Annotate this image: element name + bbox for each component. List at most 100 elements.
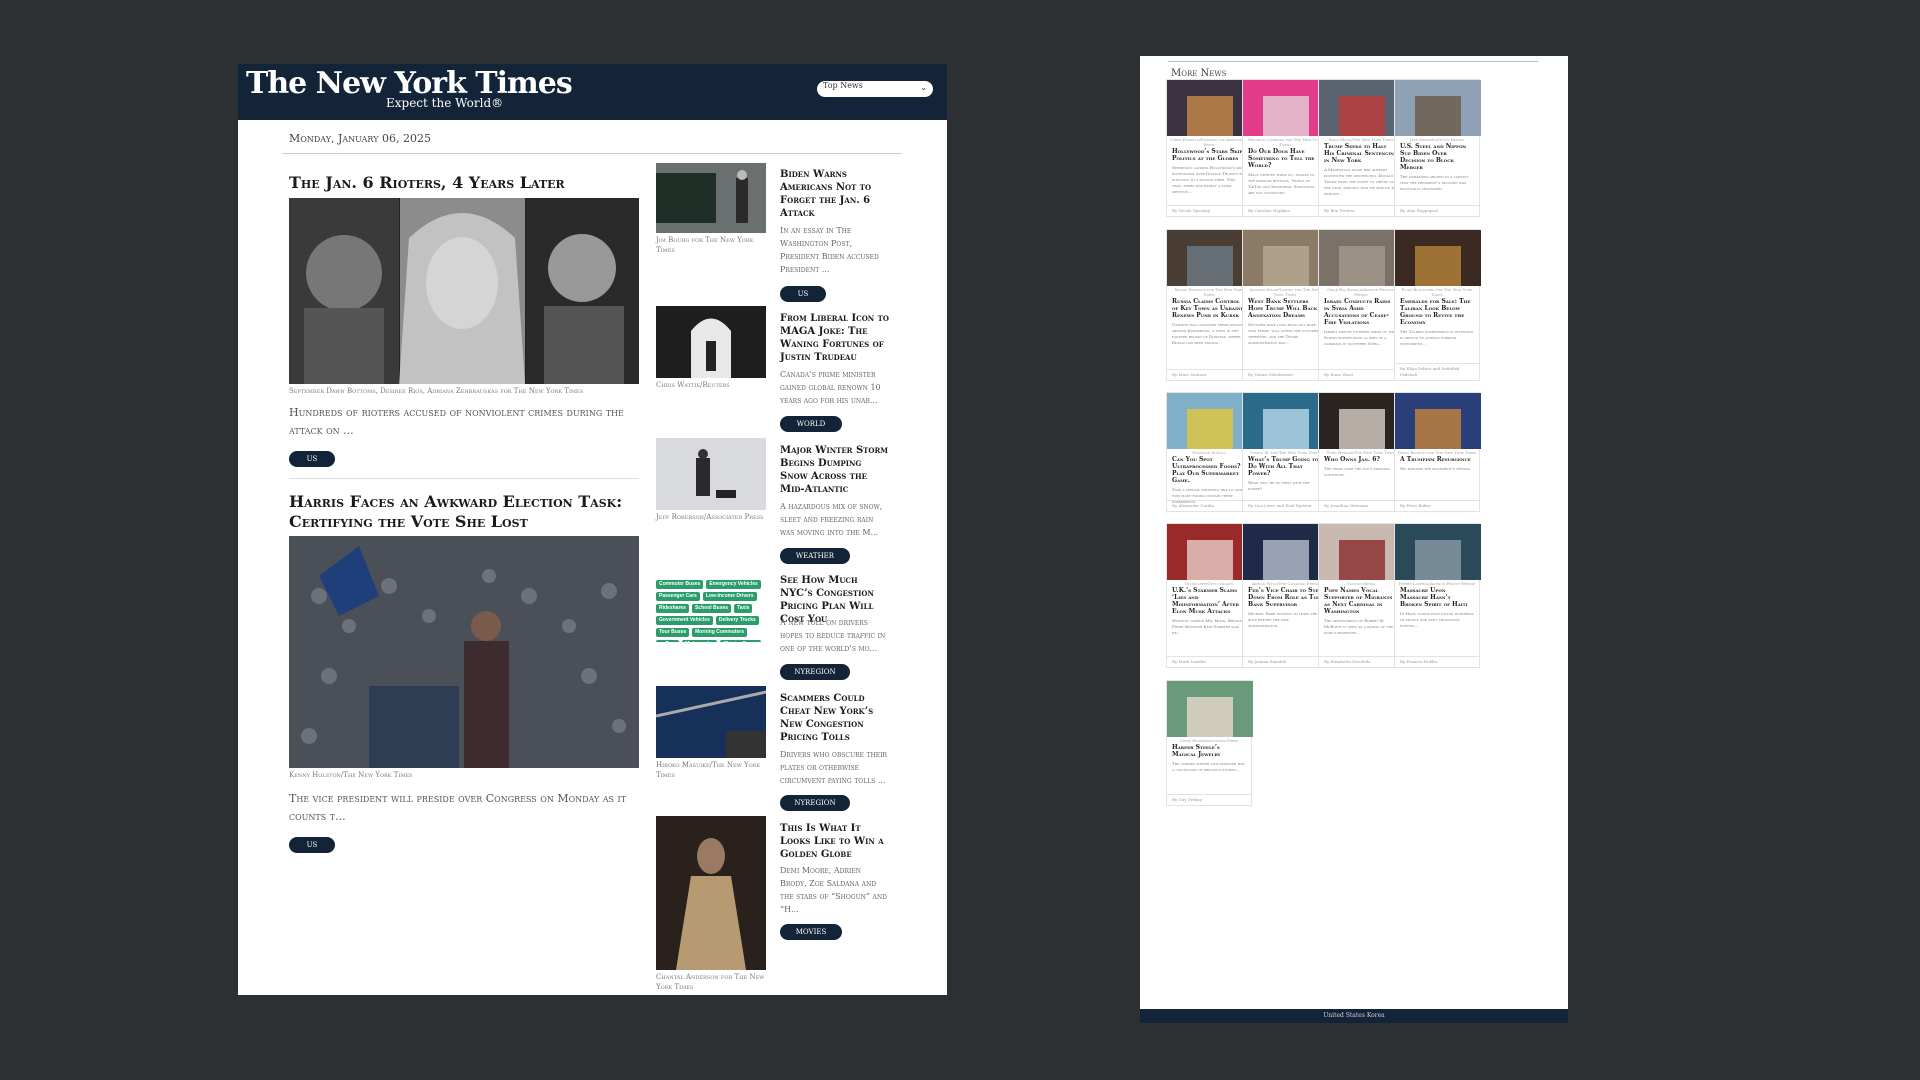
news-card-image[interactable]: [1167, 230, 1253, 286]
tag-world-button[interactable]: WORLD: [780, 416, 842, 432]
news-card-image[interactable]: [1395, 80, 1481, 136]
news-card[interactable]: Oli Scarff/Getty Images U.K.’s Starmer Sl…: [1166, 523, 1253, 668]
news-card-image[interactable]: [1243, 230, 1329, 286]
tag-cloud-row: Government Vehicles Delivery Trucks: [656, 606, 762, 625]
news-card[interactable]: Shannon Scholl Can You Spot Ultraprocesse…: [1166, 392, 1253, 512]
tag-cloud-item: Charter Buses: [720, 640, 761, 642]
news-card-title[interactable]: Trump Seeks to Halt His Criminal Sentenc…: [1319, 143, 1403, 164]
side-photo-golden-globe[interactable]: [656, 816, 766, 970]
news-card[interactable]: Mauricio Cardona for The New York Times D…: [1242, 79, 1329, 217]
tag-nyregion-button[interactable]: NYREGION: [780, 795, 850, 811]
news-card-image[interactable]: [1243, 80, 1329, 136]
tag-us-button[interactable]: US: [289, 451, 335, 467]
news-card-byline: By Alan Rappeport: [1395, 205, 1479, 216]
lead-photo-harris[interactable]: [289, 536, 639, 768]
news-card-title[interactable]: Hollywood’s Stars Skip Politics at the G…: [1167, 148, 1251, 162]
news-card-summary: In Haiti, gangs have killed hundreds of …: [1400, 611, 1474, 628]
news-card[interactable]: Chris Pizzello/Invision, via Associated …: [1166, 79, 1253, 217]
news-card-image[interactable]: [1319, 524, 1405, 580]
news-card-title[interactable]: Harper Steele’s Magical Jewelry: [1167, 744, 1251, 758]
tag-us-button[interactable]: US: [289, 837, 335, 853]
news-card-title[interactable]: Do Our Dogs Have Something to Tell the W…: [1243, 148, 1327, 169]
more-news-page: More News Chris Pizzello/Invision, via A…: [1140, 56, 1568, 1023]
front-page: The New York Times Expect the World® Top…: [238, 64, 947, 995]
news-card-image[interactable]: [1319, 80, 1405, 136]
news-card-byline: By Jeanna Smialek: [1243, 656, 1327, 667]
news-card[interactable]: Chang W. Lee/The New York Times What’s Tr…: [1242, 392, 1329, 512]
news-card-credit: Jeff Swensen/Getty Images: [1409, 137, 1465, 142]
news-card-byline: By Guy Trebay: [1167, 794, 1251, 805]
tag-us-button[interactable]: US: [780, 286, 826, 302]
news-card[interactable]: Elise Blanchard for The New York Times Em…: [1394, 229, 1481, 381]
photo-credit: Kenny Holston/The New York Times: [289, 771, 413, 779]
news-card-credit: Avishag Shaar-Yashuv for The New York Ti…: [1249, 287, 1321, 297]
side-story-title[interactable]: Scammers Could Cheat New York’s New Cong…: [780, 692, 890, 744]
news-card-title[interactable]: U.S. Steel and Nippon Sue Biden Over Dec…: [1395, 143, 1479, 171]
lead-story-title[interactable]: The Jan. 6 Rioters, 4 Years Later: [289, 173, 629, 193]
news-card[interactable]: Doug Mills/The New York Times Trump Seeks…: [1318, 79, 1405, 217]
news-card-title[interactable]: Russia Claims Control of Key Town as Ukr…: [1167, 298, 1251, 319]
news-card-summary: A Manhattan judge had already postponed …: [1324, 167, 1397, 196]
news-card-title[interactable]: West Bank Settlers Hope Trump Will Back …: [1243, 298, 1327, 319]
lead-story-title[interactable]: Harris Faces an Awkward Election Task: C…: [289, 492, 639, 532]
news-card-byline: By Nicole Sperling: [1167, 205, 1251, 216]
news-card[interactable]: Todd Heisler/The New York Times Who Owns …: [1318, 392, 1405, 512]
news-card-image[interactable]: [1243, 393, 1329, 449]
side-story-title[interactable]: Biden Warns Americans Not to Forget the …: [780, 168, 890, 220]
news-card[interactable]: Vatican Media Pope Names Vocal Supporter …: [1318, 523, 1405, 668]
news-card-image[interactable]: [1395, 393, 1481, 449]
news-card-credit: Maxim Dondyuk for The New York Times: [1174, 287, 1244, 297]
news-card-byline: By Natan Odenheimer: [1243, 369, 1327, 380]
news-card[interactable]: Avishag Shaar-Yashuv for The New York Ti…: [1242, 229, 1329, 381]
news-card-image[interactable]: [1395, 230, 1481, 286]
news-card[interactable]: Jeff Swensen/Getty Images U.S. Steel and …: [1394, 79, 1481, 217]
tag-nyregion-button[interactable]: NYREGION: [780, 664, 850, 680]
news-card-title[interactable]: Israel Conducts Raids in Syria Amid Accu…: [1319, 298, 1403, 326]
news-card-summary: Israeli forces entered areas of the Syri…: [1324, 329, 1396, 346]
news-card-image[interactable]: [1167, 681, 1253, 737]
news-card-title[interactable]: Fed’s Vice Chair to Step Down From Role …: [1243, 587, 1327, 608]
side-photo-toll-camera[interactable]: [656, 686, 766, 758]
news-card[interactable]: Diana Bagnoli for The New York Times A Tr…: [1394, 392, 1481, 512]
news-card-image[interactable]: [1395, 524, 1481, 580]
news-card[interactable]: Omar Haj Kadour/Agence France-Presse Isra…: [1318, 229, 1405, 381]
news-card-title[interactable]: A Trumpism Resurgence: [1395, 456, 1479, 463]
side-photo-trudeau[interactable]: [656, 306, 766, 378]
news-card[interactable]: Chris Ware/Associated Press Harper Steele…: [1166, 680, 1253, 806]
news-card[interactable]: Adrian Wyld/The Canadian Press Fed’s Vice…: [1242, 523, 1329, 668]
news-card-title[interactable]: Emeralds for Sale: The Taliban Look Belo…: [1395, 298, 1479, 326]
news-card-image[interactable]: [1167, 80, 1253, 136]
side-photo-winter-storm[interactable]: [656, 438, 766, 510]
side-story-summary: In an essay in The Washington Post, Pres…: [780, 226, 879, 274]
news-card-image[interactable]: [1167, 393, 1253, 449]
tag-weather-button[interactable]: WEATHER: [780, 548, 850, 564]
news-card-title[interactable]: Pope Names Vocal Supporter of Migrants a…: [1319, 587, 1403, 615]
news-card-summary: The comedy writer and designer has a col…: [1172, 761, 1245, 772]
news-card-title[interactable]: U.K.’s Starmer Slams ‘Lies and Misinform…: [1167, 587, 1251, 615]
news-card-summary: Seemingly lacking Hollywood’s past enthu…: [1172, 165, 1246, 194]
divider: [289, 478, 639, 479]
news-card-image[interactable]: [1167, 524, 1253, 580]
side-photo-biden[interactable]: [656, 163, 766, 233]
side-story-title[interactable]: From Liberal Icon to MAGA Joke: The Wani…: [780, 312, 890, 364]
news-card-title[interactable]: What’s Trump Going to Do With All That P…: [1243, 456, 1327, 477]
section-select[interactable]: Top News ⌄: [817, 81, 933, 97]
news-card-image[interactable]: [1243, 524, 1329, 580]
news-card-byline: By Euan Ward: [1319, 369, 1403, 380]
news-card-title[interactable]: Massacre Upon Massacre Hasn’t Broken Spi…: [1395, 587, 1479, 608]
side-story-title[interactable]: Major Winter Storm Begins Dumping Snow A…: [780, 444, 890, 496]
news-card-image[interactable]: [1319, 230, 1405, 286]
side-story-summary: Drivers who obscure their plates or othe…: [780, 750, 888, 785]
news-card[interactable]: Pierre Lacerda/Agence France-Presse Massa…: [1394, 523, 1481, 668]
side-story-title[interactable]: This Is What It Looks Like to Win a Gold…: [780, 822, 890, 861]
news-card-title[interactable]: Who Owns Jan. 6?: [1319, 456, 1403, 463]
news-card-title[interactable]: Can You Spot Ultraprocessed Foods? Play …: [1167, 456, 1251, 484]
news-card[interactable]: Maxim Dondyuk for The New York Times Russ…: [1166, 229, 1253, 381]
side-story-summary: Demi Moore, Adrien Brody, Zoe Saldana an…: [780, 866, 887, 914]
news-card-credit: Oli Scarff/Getty Images: [1184, 581, 1234, 586]
masthead: The New York Times Expect the World® Top…: [238, 64, 947, 120]
lead-photo-rioters[interactable]: [289, 198, 639, 384]
tag-movies-button[interactable]: MOVIES: [780, 924, 842, 940]
news-card-credit: Pierre Lacerda/Agence France-Presse: [1398, 581, 1476, 586]
news-card-image[interactable]: [1319, 393, 1405, 449]
